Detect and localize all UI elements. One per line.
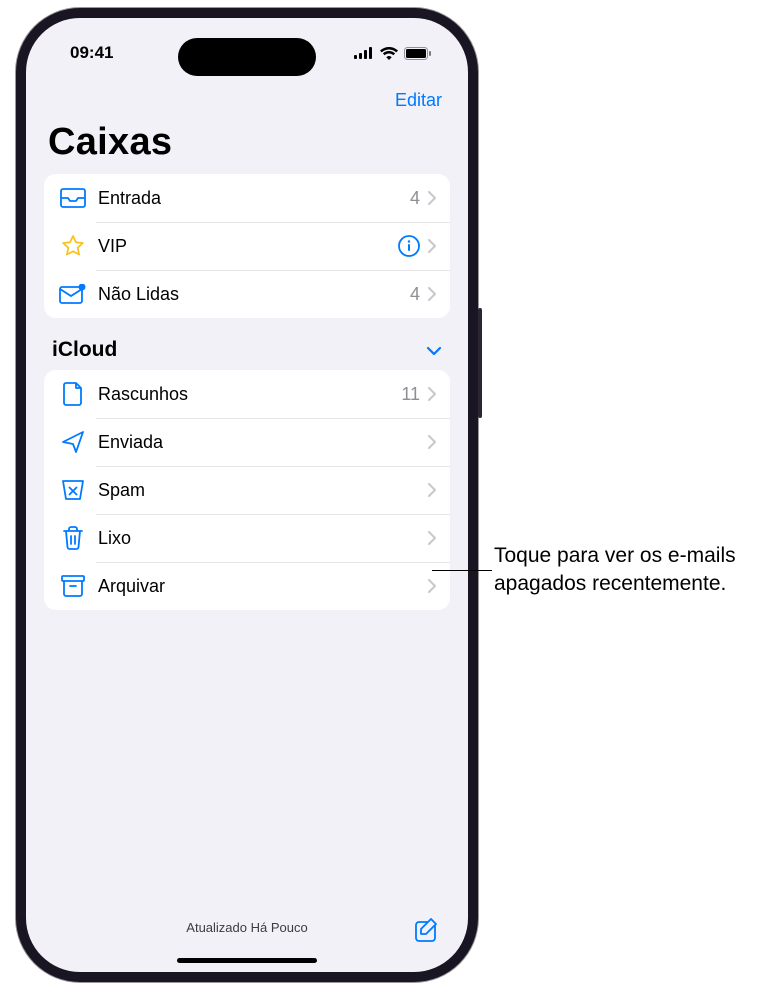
- chevron-down-icon: [426, 338, 442, 362]
- dynamic-island: [178, 38, 316, 76]
- trash-icon: [58, 526, 88, 550]
- mailbox-label: Rascunhos: [98, 384, 401, 405]
- junk-icon: [58, 479, 88, 501]
- chevron-right-icon: [428, 191, 436, 205]
- mailbox-label: Enviada: [98, 432, 428, 453]
- mailbox-label: Lixo: [98, 528, 428, 549]
- mailbox-count: 4: [410, 188, 420, 209]
- archive-icon: [58, 575, 88, 597]
- chevron-right-icon: [428, 531, 436, 545]
- callout-line: [432, 570, 492, 571]
- compose-button[interactable]: [414, 917, 440, 946]
- star-icon: [58, 234, 88, 258]
- battery-icon: [404, 47, 432, 60]
- mailbox-vip[interactable]: VIP: [44, 222, 450, 270]
- mailbox-drafts[interactable]: Rascunhos 11: [44, 370, 450, 418]
- mailbox-label: Não Lidas: [98, 284, 410, 305]
- screen: 09:41 Editar Caixas: [26, 18, 468, 972]
- mailbox-label: Spam: [98, 480, 428, 501]
- mailbox-unread[interactable]: Não Lidas 4: [44, 270, 450, 318]
- home-indicator: [177, 958, 317, 963]
- page-title: Caixas: [44, 119, 450, 174]
- status-time: 09:41: [56, 43, 113, 63]
- icloud-group: Rascunhos 11 Enviada Spam: [44, 370, 450, 610]
- mailbox-count: 4: [410, 284, 420, 305]
- mailbox-label: Arquivar: [98, 576, 428, 597]
- section-title: iCloud: [52, 338, 117, 362]
- chevron-right-icon: [428, 387, 436, 401]
- drafts-icon: [58, 382, 88, 406]
- mailbox-label: Entrada: [98, 188, 410, 209]
- nav-bar: Editar: [44, 80, 450, 119]
- mailbox-sent[interactable]: Enviada: [44, 418, 450, 466]
- toolbar-status: Atualizado Há Pouco: [186, 920, 307, 935]
- chevron-right-icon: [428, 239, 436, 253]
- toolbar: Atualizado Há Pouco: [26, 902, 468, 952]
- mailbox-junk[interactable]: Spam: [44, 466, 450, 514]
- mailbox-count: 11: [401, 384, 420, 405]
- mailbox-label: VIP: [98, 236, 398, 257]
- callout-text: Toque para ver os e-mails apagados recen…: [494, 542, 774, 599]
- wifi-icon: [380, 47, 398, 60]
- unread-icon: [58, 284, 88, 304]
- cellular-icon: [354, 47, 374, 59]
- mailboxes-group: Entrada 4 VIP: [44, 174, 450, 318]
- side-button: [478, 308, 482, 418]
- chevron-right-icon: [428, 287, 436, 301]
- inbox-icon: [58, 188, 88, 208]
- info-button[interactable]: [398, 235, 420, 257]
- chevron-right-icon: [428, 579, 436, 593]
- mailbox-trash[interactable]: Lixo: [44, 514, 450, 562]
- section-header-icloud[interactable]: iCloud: [44, 318, 450, 370]
- edit-button[interactable]: Editar: [395, 90, 442, 111]
- chevron-right-icon: [428, 435, 436, 449]
- sent-icon: [58, 430, 88, 454]
- mailbox-inbox[interactable]: Entrada 4: [44, 174, 450, 222]
- mailbox-archive[interactable]: Arquivar: [44, 562, 450, 610]
- phone-device-frame: 09:41 Editar Caixas: [16, 8, 478, 982]
- chevron-right-icon: [428, 483, 436, 497]
